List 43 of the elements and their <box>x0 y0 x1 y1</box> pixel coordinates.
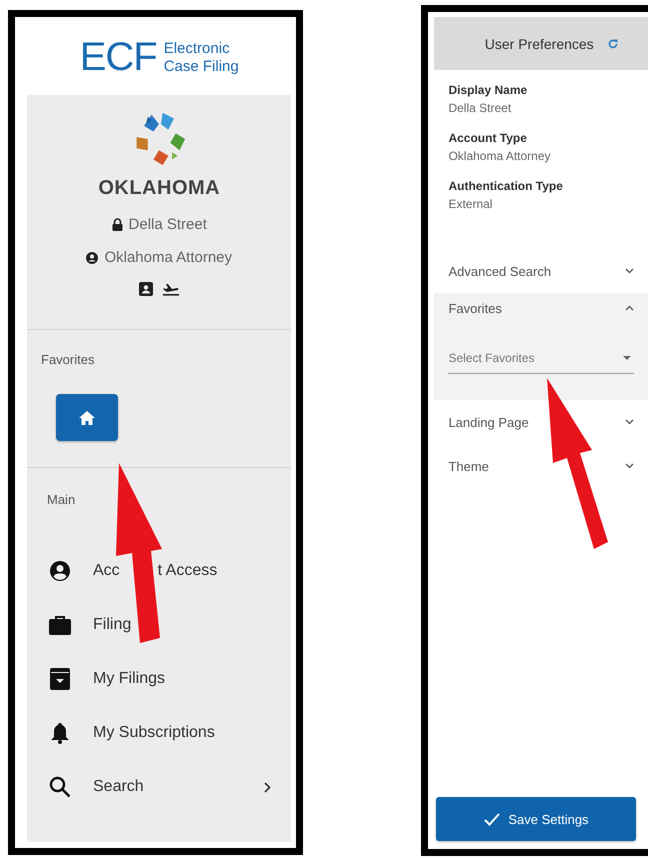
section-header[interactable]: Favorites <box>448 293 634 323</box>
user-name: Della Street <box>128 216 207 233</box>
user-circle-icon <box>86 252 98 264</box>
search-icon <box>47 776 73 798</box>
save-settings-button[interactable]: Save Settings <box>436 797 636 841</box>
archive-icon <box>47 668 73 690</box>
nav-item[interactable]: My Filings <box>47 652 292 706</box>
section-header[interactable]: Advanced Search <box>448 249 634 293</box>
home-button[interactable] <box>56 394 118 441</box>
section-header[interactable]: Theme <box>448 444 634 488</box>
field-label: Display Name <box>448 83 528 97</box>
nav-item[interactable]: My Subscriptions <box>47 706 292 760</box>
section-title: Main <box>47 492 76 507</box>
logo-text: Case Filing <box>164 58 239 76</box>
user-role: Oklahoma Attorney <box>104 249 232 266</box>
chevron-icon <box>625 268 634 274</box>
field-value: External <box>448 197 494 211</box>
logo-text: Electronic <box>164 40 231 58</box>
refresh-icon[interactable] <box>608 38 618 48</box>
briefcase-icon <box>47 615 73 635</box>
section-title: Favorites <box>41 352 96 367</box>
nav-item[interactable]: Search <box>47 760 292 814</box>
nav-item[interactable]: Acc t Access <box>47 544 292 598</box>
user-circle-icon <box>47 560 73 582</box>
chevron-icon <box>625 463 634 469</box>
logo-mark: ECF <box>80 35 157 80</box>
section-header[interactable]: Landing Page <box>448 400 634 444</box>
state-name: OKLAHOMA <box>98 177 220 200</box>
field-label: Account Type <box>448 131 528 145</box>
checkmark-icon <box>484 812 500 826</box>
field-value: Oklahoma Attorney <box>448 149 552 163</box>
chevron-icon <box>625 305 634 311</box>
nav-item[interactable]: Filing <box>47 598 292 652</box>
chevron-icon <box>625 419 634 425</box>
lock-icon <box>112 218 123 231</box>
field-label: Authentication Type <box>448 179 564 193</box>
favorites-select[interactable]: Select Favorites <box>448 347 634 374</box>
airplane-icon[interactable] <box>162 282 180 296</box>
dropdown-arrow-icon <box>623 356 631 360</box>
panel-title: User Preferences <box>484 36 594 52</box>
contact-card-icon[interactable] <box>138 282 153 296</box>
home-icon <box>78 410 96 426</box>
field-value: Della Street <box>448 101 512 115</box>
